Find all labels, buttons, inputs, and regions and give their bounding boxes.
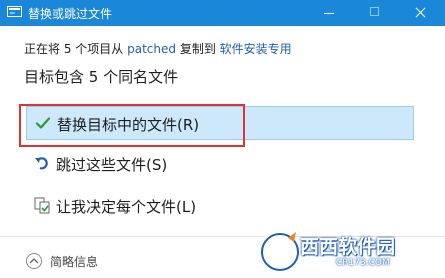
conflict-heading: 目标包含 5 个同名文件 — [24, 68, 179, 86]
compare-files-icon — [34, 197, 50, 214]
replace-files-option[interactable]: 替换目标中的文件(R) — [26, 106, 414, 140]
minimize-button[interactable] — [306, 0, 352, 26]
details-label: 简略信息 — [50, 255, 99, 269]
watermark-brand: 西西软件园 — [300, 236, 396, 258]
window-title: 替换或跳过文件 — [28, 7, 113, 21]
watermark-site: CR173.COM — [336, 258, 390, 268]
source-folder-link[interactable]: patched — [127, 42, 176, 56]
title-bar[interactable]: 替换或跳过文件 — [0, 0, 445, 26]
window-icon — [7, 6, 22, 17]
skip-files-option[interactable]: 跳过这些文件(S) — [26, 147, 414, 181]
decide-each-file-label: 让我决定每个文件(L) — [56, 198, 197, 216]
replace-or-skip-dialog: 替换或跳过文件 正在将 5 个项目从 patched 复制到 软件安装专用 目标… — [0, 0, 445, 278]
info-prefix: 正在将 5 个项目从 — [24, 42, 124, 56]
details-toggle[interactable]: 简略信息 — [26, 251, 146, 273]
replace-files-label: 替换目标中的文件(R) — [57, 116, 200, 134]
site-watermark: 西西软件园 CR173.COM — [258, 226, 445, 278]
maximize-button[interactable] — [352, 0, 398, 26]
copy-info-line: 正在将 5 个项目从 patched 复制到 软件安装专用 — [24, 40, 292, 57]
watermark-logo-icon — [258, 230, 302, 274]
close-button[interactable] — [398, 0, 444, 26]
skip-files-label: 跳过这些文件(S) — [56, 156, 168, 174]
skip-arrow-icon — [34, 155, 50, 171]
destination-folder-link[interactable]: 软件安装专用 — [220, 42, 292, 56]
decide-each-file-option[interactable]: 让我决定每个文件(L) — [26, 189, 414, 223]
checkmark-icon — [35, 115, 51, 131]
info-middle: 复制到 — [179, 42, 216, 56]
chevron-up-icon — [26, 253, 42, 269]
